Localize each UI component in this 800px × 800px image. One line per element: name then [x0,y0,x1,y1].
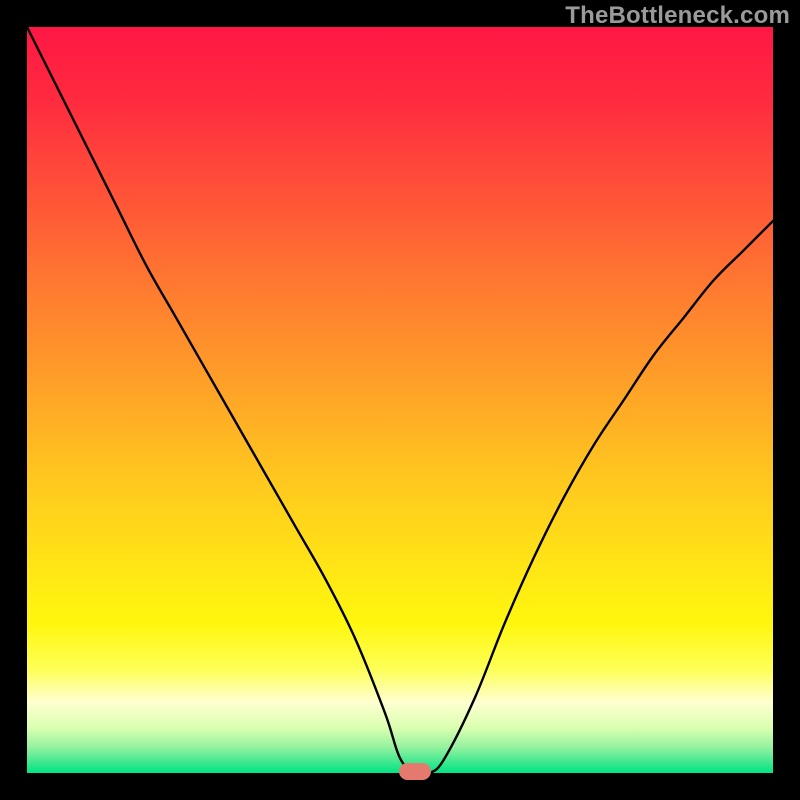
balance-point-marker [399,763,431,780]
plot-area [27,27,773,773]
chart-container: TheBottleneck.com [0,0,800,800]
bottleneck-curve [27,27,773,773]
watermark-text: TheBottleneck.com [565,2,790,30]
